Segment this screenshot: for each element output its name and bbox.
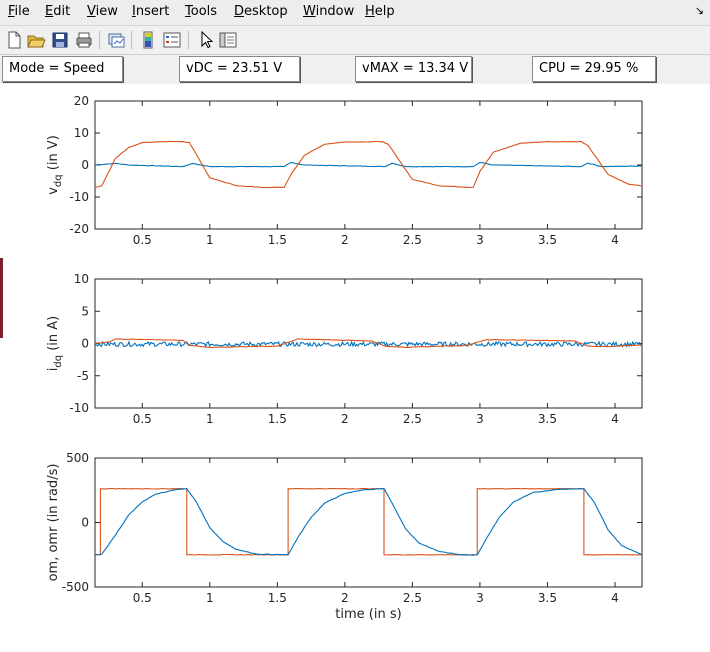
y-tick-label: 0 — [81, 158, 89, 172]
x-tick-label: 3 — [476, 412, 484, 426]
y-tick-label: -500 — [62, 580, 89, 594]
menu-tools[interactable]: Tools — [185, 4, 217, 19]
y-axis-label: vdq (in V) — [46, 135, 64, 195]
y-tick-label: -20 — [69, 222, 89, 236]
mode-status: Mode = Speed — [2, 56, 123, 82]
x-tick-label: 4 — [611, 591, 619, 605]
y-axis-label: om, omr (in rad/s) — [46, 464, 61, 582]
x-tick-label: 0.5 — [133, 412, 152, 426]
axes-1: 0.5 1 1.5 2 2.5 3 3.5 4 20 10 0 -10 -20 vdq (in V) — [46, 94, 643, 247]
x-tick-label: 2.5 — [403, 233, 422, 247]
save-icon[interactable] — [50, 30, 70, 50]
x-tick-label: 3.5 — [538, 591, 557, 605]
x-tick-label: 1 — [206, 591, 214, 605]
link-plot-icon[interactable] — [106, 30, 126, 50]
x-tick-label: 1 — [206, 412, 214, 426]
x-tick-label: 2 — [341, 591, 349, 605]
toolbar — [0, 26, 710, 55]
menu-window[interactable]: Window — [303, 4, 354, 19]
cpu-status: CPU = 29.95 % — [532, 56, 656, 82]
dock-arrow-icon[interactable]: ↘ — [695, 4, 704, 17]
y-tick-label: 0 — [81, 516, 89, 530]
vdc-status: vDC = 23.51 V — [179, 56, 300, 82]
x-tick-label: 1.5 — [268, 233, 287, 247]
x-axis-label: time (in s) — [335, 607, 401, 622]
figure-canvas: 0.5 1 1.5 2 2.5 3 3.5 4 20 10 0 -10 -20 vdq (in V) 0.5… — [0, 84, 710, 652]
y-tick-label: 20 — [74, 94, 89, 108]
x-tick-label: 2.5 — [403, 591, 422, 605]
y-axis-label: idq (in A) — [46, 316, 64, 371]
legend-icon[interactable] — [162, 30, 182, 50]
y-tick-label: 500 — [66, 451, 89, 465]
x-tick-label: 1.5 — [268, 412, 287, 426]
pointer-icon[interactable] — [196, 30, 216, 50]
menu-bar: File Edit View Insert Tools Desktop Wind… — [0, 0, 710, 26]
axes-2: 0.5 1 1.5 2 2.5 3 3.5 4 10 5 0 -5 -10 idq (in A) — [46, 272, 643, 426]
x-tick-label: 2.5 — [403, 412, 422, 426]
menu-insert[interactable]: Insert — [132, 4, 169, 19]
x-tick-label: 1.5 — [268, 591, 287, 605]
toolbar-separator — [99, 31, 100, 49]
x-tick-label: 4 — [611, 412, 619, 426]
axes-3: 0.5 1 1.5 2 2.5 3 3.5 4 500 0 -500om, omr (in rad/… — [46, 451, 643, 622]
y-tick-label: 5 — [81, 304, 89, 318]
y-tick-label: 10 — [74, 126, 89, 140]
x-tick-label: 3.5 — [538, 412, 557, 426]
menu-file[interactable]: File — [8, 4, 30, 19]
x-tick-label: 1 — [206, 233, 214, 247]
y-tick-label: -10 — [69, 190, 89, 204]
menu-edit[interactable]: Edit — [45, 4, 70, 19]
property-inspector-icon[interactable] — [218, 30, 238, 50]
window-edge — [0, 258, 3, 338]
x-tick-label: 2 — [341, 233, 349, 247]
x-tick-label: 3 — [476, 591, 484, 605]
y-tick-label: -5 — [77, 369, 89, 383]
menu-help[interactable]: Help — [365, 4, 395, 19]
x-tick-label: 3 — [476, 233, 484, 247]
x-tick-label: 0.5 — [133, 233, 152, 247]
axes-box — [94, 100, 643, 230]
vmax-status: vMAX = 13.34 V — [355, 56, 472, 82]
menu-desktop[interactable]: Desktop — [234, 4, 288, 19]
x-tick-label: 4 — [611, 233, 619, 247]
open-file-icon[interactable] — [26, 30, 46, 50]
x-tick-label: 2 — [341, 412, 349, 426]
colorbar-icon[interactable] — [138, 30, 158, 50]
new-figure-icon[interactable] — [4, 30, 24, 50]
x-tick-label: 0.5 — [133, 591, 152, 605]
toolbar-separator — [188, 31, 189, 49]
menu-view[interactable]: View — [87, 4, 118, 19]
y-tick-label: 0 — [81, 337, 89, 351]
y-tick-label: 10 — [74, 272, 89, 286]
toolbar-separator — [131, 31, 132, 49]
print-icon[interactable] — [74, 30, 94, 50]
axes-box — [94, 457, 643, 588]
x-tick-label: 3.5 — [538, 233, 557, 247]
y-tick-label: -10 — [69, 401, 89, 415]
plots-svg: 0.5 1 1.5 2 2.5 3 3.5 420100-10-20vdq (in V)0.5… — [46, 94, 643, 622]
